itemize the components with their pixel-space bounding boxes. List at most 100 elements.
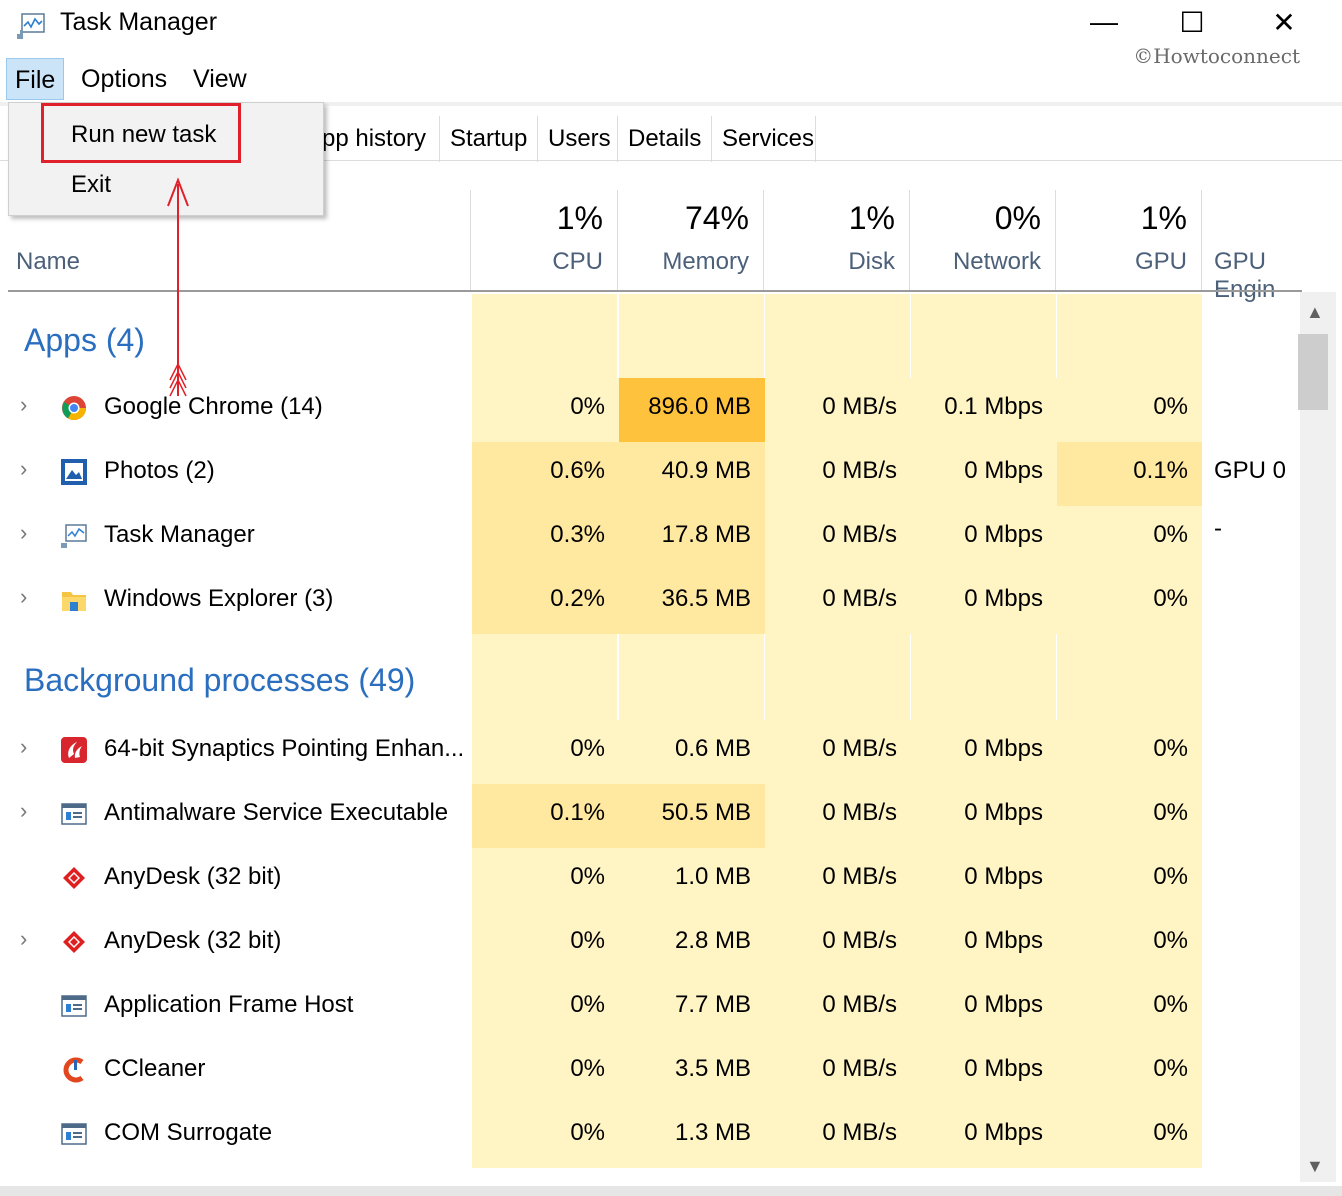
menu-exit[interactable]: Exit [71,171,111,199]
gpu-cell: 0% [1057,912,1202,976]
memory-cell: 3.5 MB [619,1040,765,1104]
disk-cell: 0 MB/s [765,976,911,1040]
process-name: AnyDesk (32 bit) [104,863,282,890]
scroll-down-icon[interactable]: ▼ [1306,1156,1324,1177]
tab-services[interactable]: Services [712,116,816,162]
scrollbar-thumb[interactable] [1298,334,1328,410]
header-cpu[interactable]: 1% CPU [471,190,618,292]
table-row[interactable]: › AnyDesk (32 bit) 0% 2.8 MB 0 MB/s 0 Mbps 0% [0,912,1300,976]
vertical-scrollbar[interactable] [1300,292,1336,1182]
expand-chevron-icon[interactable]: › [20,798,27,824]
header-disk[interactable]: 1% Disk [764,190,910,292]
network-cell: 0 Mbps [911,976,1057,1040]
cpu-cell: 0.1% [472,784,619,848]
process-name: CCleaner [104,1055,206,1082]
expand-chevron-icon[interactable]: › [20,734,27,760]
table-row[interactable]: AnyDesk (32 bit) 0% 1.0 MB 0 MB/s 0 Mbps 0% [0,848,1300,912]
table-row[interactable]: › Photos (2) 0.6% 40.9 MB 0 MB/s 0 Mbps 0.1% GP… [0,442,1300,542]
disk-cell: 0 MB/s [765,506,911,570]
gpu-cell: 0% [1057,1040,1202,1104]
expand-chevron-icon[interactable]: › [20,456,27,482]
disk-cell: 0 MB/s [765,570,911,634]
memory-cell: 17.8 MB [619,506,765,570]
cpu-label: CPU [552,248,603,275]
network-cell: 0 Mbps [911,912,1057,976]
network-cell: 0 Mbps [911,1040,1057,1104]
gpu-engine-cell [1202,506,1300,570]
table-row[interactable]: › 64-bit Synaptics Pointing Enhan... 0% 0.6… [0,720,1300,784]
gpu-cell: 0% [1057,1104,1202,1168]
header-gpu-engine[interactable]: GPU Engin [1202,190,1332,303]
process-name: COM Surrogate [104,1119,273,1146]
process-name: AnyDesk (32 bit) [104,927,282,954]
cpu-cell: 0% [472,378,619,442]
cpu-cell: 0.6% [472,442,619,506]
expand-chevron-icon[interactable]: › [20,926,27,952]
minimize-button[interactable]: — [1084,6,1124,38]
gpu-cell: 0% [1057,848,1202,912]
process-name: Antimalware Service Executable [104,799,449,826]
network-cell: 0 Mbps [911,442,1057,506]
header-memory[interactable]: 74% Memory [618,190,764,292]
process-name: Task Manager [104,521,255,548]
tab-users[interactable]: Users [538,116,618,162]
memory-cell: 2.8 MB [619,912,765,976]
tab-app-history[interactable]: pp history [310,116,440,162]
process-name: 64-bit Synaptics Pointing Enhan... [104,735,465,762]
file-menu-dropdown: Run new task Exit [8,102,324,216]
process-name: Windows Explorer (3) [104,585,334,612]
anydesk-icon [60,928,88,956]
expand-chevron-icon[interactable]: › [20,392,27,418]
cpu-cell: 0% [472,912,619,976]
gpu-engine-cell [1202,784,1300,848]
process-name: Google Chrome (14) [104,393,323,420]
folder-icon [60,586,88,614]
disk-label: Disk [848,248,895,275]
table-row[interactable]: CCleaner 0% 3.5 MB 0 MB/s 0 Mbps 0% [0,1040,1300,1104]
network-cell: 0 Mbps [911,784,1057,848]
group-background-label[interactable]: Background processes (49) [24,662,415,699]
group-apps-label[interactable]: Apps (4) [24,322,145,359]
maximize-button[interactable]: ☐ [1172,6,1212,39]
close-button[interactable]: ✕ [1264,6,1304,39]
menu-options[interactable]: Options [73,58,175,100]
scroll-up-icon[interactable]: ▲ [1306,302,1324,323]
menu-run-new-task[interactable]: Run new task [71,121,216,149]
cpu-cell: 0% [472,976,619,1040]
disk-total: 1% [848,200,895,236]
title-bar: Task Manager — ☐ ✕ ©Howtoconnect [0,0,1342,68]
window-title: Task Manager [60,8,218,36]
table-row[interactable]: COM Surrogate 0% 1.3 MB 0 MB/s 0 Mbps 0% [0,1104,1300,1168]
tab-details[interactable]: Details [618,116,712,162]
horizontal-scrollbar[interactable] [0,1186,1342,1196]
memory-cell: 1.0 MB [619,848,765,912]
table-row[interactable]: › Task Manager 0.3% 17.8 MB 0 MB/s 0 Mbps 0% [0,506,1300,570]
network-cell: 0 Mbps [911,506,1057,570]
service-icon [60,800,88,828]
menu-view[interactable]: View [185,58,255,100]
tab-startup[interactable]: Startup [440,116,538,162]
disk-cell: 0 MB/s [765,1104,911,1168]
network-cell: 0 Mbps [911,570,1057,634]
menu-file[interactable]: File [6,58,65,100]
chrome-icon [60,394,88,422]
table-row[interactable]: › Google Chrome (14) 0% 896.0 MB 0 MB/s 0.1 M… [0,378,1300,442]
disk-cell: 0 MB/s [765,848,911,912]
expand-chevron-icon[interactable]: › [20,520,27,546]
gpu-engine-cell [1202,1040,1300,1104]
table-row[interactable]: › Antimalware Service Executable 0.1% 50.5 … [0,784,1300,848]
memory-label: Memory [662,248,749,275]
cpu-total: 1% [556,200,603,236]
table-row[interactable]: Application Frame Host 0% 7.7 MB 0 MB/s 0 Mb… [0,976,1300,1040]
gpu-engine-cell [1202,378,1300,442]
network-cell: 0 Mbps [911,1104,1057,1168]
expand-chevron-icon[interactable]: › [20,584,27,610]
gpu-total: 1% [1140,200,1187,236]
header-network[interactable]: 0% Network [910,190,1056,292]
memory-cell: 7.7 MB [619,976,765,1040]
process-name: Photos (2) [104,457,215,484]
table-row[interactable]: › Windows Explorer (3) 0.2% 36.5 MB 0 MB/s 0 … [0,570,1300,634]
network-cell: 0 Mbps [911,848,1057,912]
header-gpu[interactable]: 1% GPU [1056,190,1202,292]
cpu-cell: 0% [472,720,619,784]
